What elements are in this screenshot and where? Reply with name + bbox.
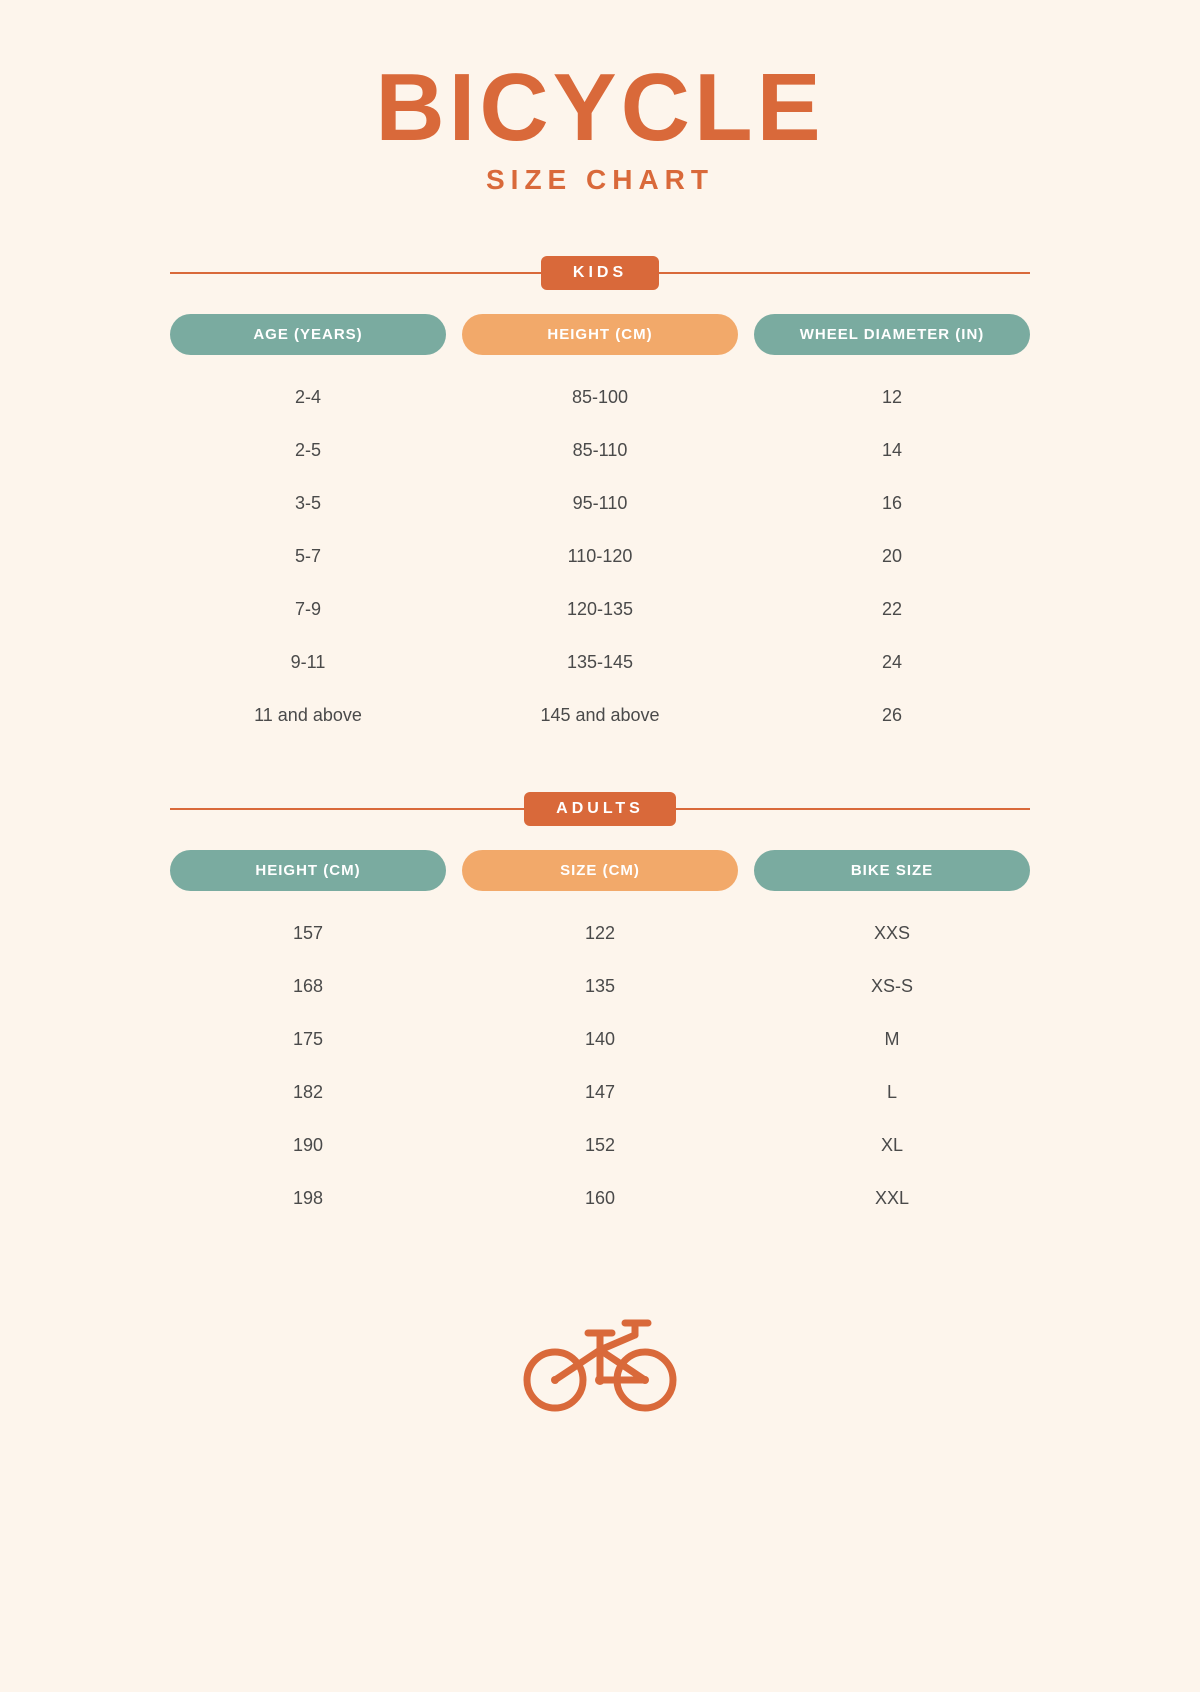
table-cell: 152 (462, 1129, 738, 1162)
table-row: 198 160 XXL (170, 1172, 1030, 1225)
table-cell: 11 and above (170, 699, 446, 732)
kids-badge: KIDS (541, 256, 659, 290)
table-cell: 140 (462, 1023, 738, 1056)
adults-table-headers: HEIGHT (cm) SIZE (cm) BIKE SIZE (170, 850, 1030, 891)
table-cell: 95-110 (462, 487, 738, 520)
bicycle-svg (520, 1295, 680, 1415)
kids-header-age: AGE (years) (170, 314, 446, 355)
table-cell: 5-7 (170, 540, 446, 573)
kids-section-header: KIDS (170, 256, 1030, 290)
adults-header-line-right (676, 808, 1030, 810)
table-row: 7-9 120-135 22 (170, 583, 1030, 636)
kids-header-wheel: WHEEL DIAMETER (in) (754, 314, 1030, 355)
table-cell: 122 (462, 917, 738, 950)
table-cell: XS-S (754, 970, 1030, 1003)
table-cell: 2-4 (170, 381, 446, 414)
table-cell: 26 (754, 699, 1030, 732)
kids-header-line-left (170, 272, 541, 274)
table-cell: L (754, 1076, 1030, 1109)
table-cell: 120-135 (462, 593, 738, 626)
table-cell: 14 (754, 434, 1030, 467)
table-row: 5-7 110-120 20 (170, 530, 1030, 583)
kids-section: KIDS AGE (years) HEIGHT (cm) WHEEL DIAME… (170, 256, 1030, 742)
table-cell: 16 (754, 487, 1030, 520)
table-cell: 12 (754, 381, 1030, 414)
kids-table-rows: 2-4 85-100 12 2-5 85-110 14 3-5 95-110 16 5-7 110-… (170, 371, 1030, 742)
adults-badge: ADULTS (524, 792, 676, 826)
page-subtitle: SIZE CHART (486, 164, 714, 196)
table-cell: 9-11 (170, 646, 446, 679)
table-row: 9-11 135-145 24 (170, 636, 1030, 689)
table-cell: 145 and above (462, 699, 738, 732)
table-row: 2-4 85-100 12 (170, 371, 1030, 424)
table-cell: 7-9 (170, 593, 446, 626)
table-cell: 135 (462, 970, 738, 1003)
table-row: 168 135 XS-S (170, 960, 1030, 1013)
table-cell: 135-145 (462, 646, 738, 679)
page: BICYCLE SIZE CHART KIDS AGE (years) HEIG… (170, 60, 1030, 1440)
adults-table: HEIGHT (cm) SIZE (cm) BIKE SIZE 157 122 XX… (170, 850, 1030, 1225)
table-row: 175 140 M (170, 1013, 1030, 1066)
table-row: 2-5 85-110 14 (170, 424, 1030, 477)
kids-header-line-right (659, 272, 1030, 274)
adults-table-rows: 157 122 XXS 168 135 XS-S 175 140 M 182 147 L 190 152 X… (170, 907, 1030, 1225)
table-cell: 175 (170, 1023, 446, 1056)
adults-header-size: SIZE (cm) (462, 850, 738, 891)
table-cell: 85-100 (462, 381, 738, 414)
table-row: 3-5 95-110 16 (170, 477, 1030, 530)
table-row: 190 152 XL (170, 1119, 1030, 1172)
adults-header-height: HEIGHT (cm) (170, 850, 446, 891)
kids-header-height: HEIGHT (cm) (462, 314, 738, 355)
adults-section: ADULTS HEIGHT (cm) SIZE (cm) BIKE SIZE 1… (170, 792, 1030, 1225)
table-cell: XXL (754, 1182, 1030, 1215)
table-cell: 20 (754, 540, 1030, 573)
table-cell: 147 (462, 1076, 738, 1109)
table-cell: 168 (170, 970, 446, 1003)
table-cell: 2-5 (170, 434, 446, 467)
bicycle-icon (520, 1295, 680, 1420)
table-cell: 157 (170, 917, 446, 950)
table-cell: 190 (170, 1129, 446, 1162)
page-title: BICYCLE (375, 60, 824, 156)
adults-header-line-left (170, 808, 524, 810)
table-row: 157 122 XXS (170, 907, 1030, 960)
table-cell: 198 (170, 1182, 446, 1215)
table-row: 182 147 L (170, 1066, 1030, 1119)
table-cell: 160 (462, 1182, 738, 1215)
adults-section-header: ADULTS (170, 792, 1030, 826)
table-cell: 110-120 (462, 540, 738, 573)
kids-table: AGE (years) HEIGHT (cm) WHEEL DIAMETER (… (170, 314, 1030, 742)
table-cell: M (754, 1023, 1030, 1056)
table-cell: 85-110 (462, 434, 738, 467)
table-cell: 3-5 (170, 487, 446, 520)
table-row: 11 and above 145 and above 26 (170, 689, 1030, 742)
table-cell: 22 (754, 593, 1030, 626)
kids-table-headers: AGE (years) HEIGHT (cm) WHEEL DIAMETER (… (170, 314, 1030, 355)
table-cell: XL (754, 1129, 1030, 1162)
adults-header-bike-size: BIKE SIZE (754, 850, 1030, 891)
table-cell: 182 (170, 1076, 446, 1109)
table-cell: 24 (754, 646, 1030, 679)
table-cell: XXS (754, 917, 1030, 950)
